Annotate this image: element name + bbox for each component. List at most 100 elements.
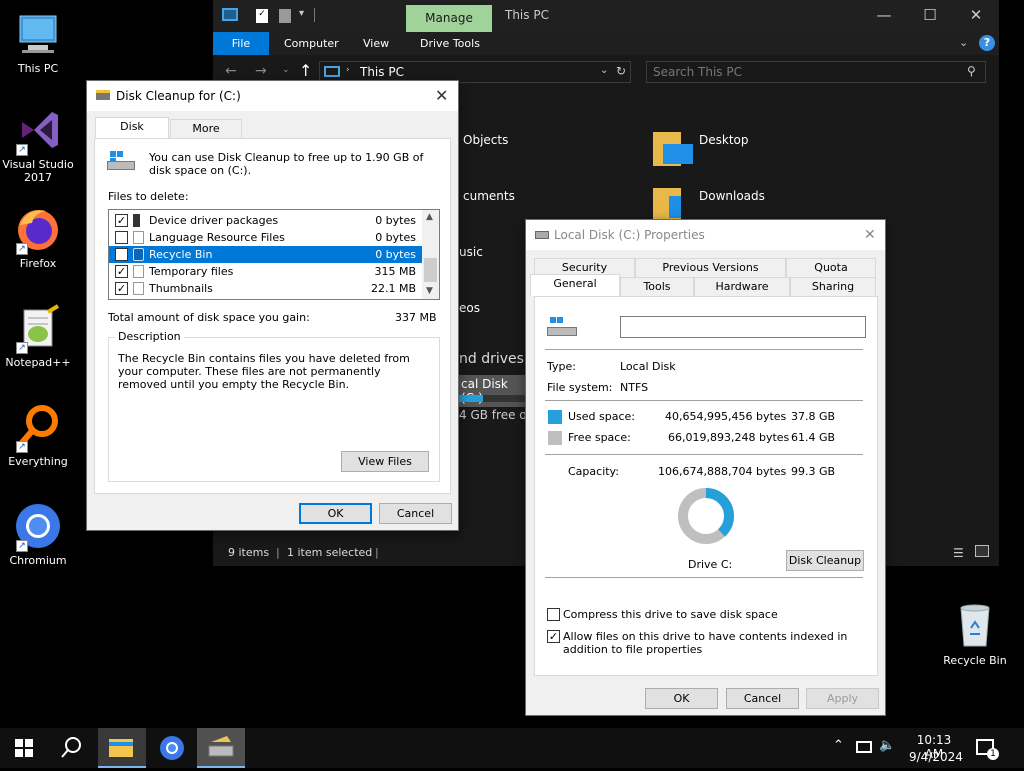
scrollbar-thumb[interactable] [424, 258, 437, 282]
list-item[interactable]: ✓ Device driver packages 0 bytes [109, 212, 422, 229]
checkbox-unchecked[interactable] [115, 231, 128, 244]
desktop-icon-notepadpp[interactable]: ↗ Notepad++ [0, 304, 76, 369]
folder-objects-label[interactable]: Objects [463, 133, 508, 147]
tab-previous-versions[interactable]: Previous Versions [635, 258, 786, 278]
list-item[interactable]: Language Resource Files 0 bytes [109, 229, 422, 246]
tab-hardware[interactable]: Hardware [694, 277, 790, 297]
scroll-up-icon[interactable]: ▲ [426, 212, 433, 222]
tab-more-options[interactable]: More Options [170, 119, 242, 153]
downloads-folder-icon[interactable] [653, 184, 693, 220]
drive-tile-selected[interactable]: cal Disk (C:) [457, 375, 525, 407]
compress-label[interactable]: Compress this drive to save disk space [563, 608, 778, 621]
drive-properties-dialog[interactable]: Local Disk (C:) Properties ✕ Security Pr… [525, 219, 886, 716]
forward-icon[interactable]: → [255, 63, 267, 79]
desktop-icon-visual-studio[interactable]: ↗ Visual Studio 2017 [0, 106, 76, 184]
network-icon[interactable] [856, 741, 872, 753]
ribbon-expand-icon[interactable]: ⌄ [959, 36, 968, 49]
desktop-icon-label: Recycle Bin [943, 654, 1007, 667]
close-icon[interactable]: ✕ [864, 220, 876, 250]
checkbox-checked[interactable]: ✓ [115, 282, 128, 295]
tab-file[interactable]: File [213, 32, 269, 55]
desktop-folder-icon[interactable] [653, 128, 693, 168]
list-item[interactable]: ✓ Temporary files 315 MB [109, 263, 422, 280]
ok-button[interactable]: OK [645, 688, 718, 709]
scrollbar[interactable]: ▲ ▼ [422, 210, 439, 299]
explorer-titlebar[interactable]: ✓ ▾ Manage This PC — ☐ ✕ [213, 0, 999, 32]
folder-videos-label[interactable]: eos [459, 301, 480, 315]
compress-checkbox[interactable] [547, 608, 560, 621]
drive-name-input[interactable] [620, 316, 866, 338]
close-icon[interactable]: ✕ [435, 81, 448, 111]
refresh-icon[interactable]: ↻ [616, 64, 626, 78]
scroll-down-icon[interactable]: ▼ [426, 286, 433, 296]
properties-icon[interactable]: ✓ [256, 9, 268, 23]
breadcrumb-chevron-icon[interactable]: › [346, 65, 350, 75]
show-hidden-icons-icon[interactable]: ⌃ [833, 738, 844, 753]
folder-desktop-label[interactable]: Desktop [699, 133, 749, 147]
tab-tools[interactable]: Tools [620, 277, 694, 297]
folder-downloads-label[interactable]: Downloads [699, 189, 765, 203]
disk-cleanup-dialog[interactable]: Disk Cleanup for (C:) ✕ Disk Cleanup Mor… [86, 80, 459, 531]
description-label: Description [115, 330, 184, 343]
manage-tab[interactable]: Manage [406, 5, 492, 32]
index-label[interactable]: Allow files on this drive to have conten… [563, 630, 863, 656]
start-button[interactable] [0, 728, 48, 768]
desktop-icon-recycle-bin[interactable]: Recycle Bin [937, 602, 1013, 667]
tab-computer[interactable]: Computer [274, 32, 349, 55]
taskbar-file-explorer[interactable] [98, 728, 146, 768]
apply-button[interactable]: Apply [806, 688, 879, 709]
desktop-icon-this-pc[interactable]: This PC [0, 10, 76, 75]
details-view-icon[interactable]: ☰ [953, 546, 964, 560]
search-input[interactable]: Search This PC [653, 65, 742, 79]
tab-sharing[interactable]: Sharing [790, 277, 876, 297]
taskbar-chromium[interactable] [148, 728, 196, 768]
help-icon[interactable]: ? [979, 35, 995, 51]
list-item-selected[interactable]: ✓ Recycle Bin 0 bytes [109, 246, 422, 263]
recent-dropdown-icon[interactable]: ⌄ [282, 65, 290, 75]
volume-muted-icon[interactable]: 🔈 [879, 738, 895, 753]
tiles-view-icon[interactable] [975, 545, 989, 557]
address-dropdown-icon[interactable]: ⌄ [600, 65, 608, 76]
minimize-icon[interactable]: — [861, 0, 907, 32]
dialog-titlebar[interactable]: Disk Cleanup for (C:) ✕ [87, 81, 458, 111]
desktop-icon-everything[interactable]: ↗ Everything [0, 403, 76, 468]
list-item[interactable]: ✓ Thumbnails 22.1 MB [109, 280, 422, 297]
close-icon[interactable]: ✕ [953, 0, 999, 32]
ok-button[interactable]: OK [299, 503, 372, 524]
back-icon[interactable]: ← [225, 63, 237, 79]
checkbox-checked[interactable]: ✓ [115, 265, 128, 278]
search-box[interactable]: Search This PC ⚲ [646, 61, 986, 83]
cancel-button[interactable]: Cancel [726, 688, 799, 709]
chromium-icon [160, 736, 184, 760]
dialog-titlebar[interactable]: Local Disk (C:) Properties ✕ [526, 220, 885, 250]
driver-package-icon [133, 214, 140, 227]
drive-free-text: 4 GB free of [459, 408, 531, 422]
notifications-icon[interactable]: 1 [976, 739, 999, 760]
tab-view[interactable]: View [353, 32, 399, 55]
desktop-icon-label: Firefox [19, 257, 57, 270]
checkbox-checked[interactable]: ✓ [115, 214, 128, 227]
search-button[interactable] [48, 728, 96, 768]
index-checkbox[interactable]: ✓ [547, 630, 560, 643]
folder-music-label[interactable]: usic [459, 245, 483, 259]
monitor-icon [324, 66, 340, 77]
up-icon[interactable]: ↑ [299, 61, 312, 80]
desktop-icon-chromium[interactable]: ↗ Chromium [0, 502, 76, 567]
clock-date[interactable]: 9/4/2024 [909, 750, 963, 764]
tab-disk-cleanup[interactable]: Disk Cleanup [95, 117, 169, 151]
tab-general[interactable]: General [530, 274, 620, 296]
disk-cleanup-button[interactable]: Disk Cleanup [786, 550, 864, 571]
folder-documents-label[interactable]: cuments [463, 189, 515, 203]
search-icon[interactable]: ⚲ [967, 64, 976, 78]
cancel-button[interactable]: Cancel [379, 503, 452, 524]
desktop-icon-firefox[interactable]: ↗ Firefox [0, 205, 76, 270]
tab-drive-tools[interactable]: Drive Tools [410, 32, 490, 55]
taskbar-disk-cleanup[interactable] [197, 728, 245, 768]
files-list[interactable]: ✓ Device driver packages 0 bytes Languag… [108, 209, 440, 300]
view-files-button[interactable]: View Files [341, 451, 429, 472]
quick-access-dropdown-icon[interactable]: ▾ [299, 8, 304, 19]
checkbox-checked[interactable]: ✓ [115, 248, 128, 261]
tab-quota[interactable]: Quota [786, 258, 876, 278]
maximize-icon[interactable]: ☐ [907, 0, 953, 32]
new-folder-icon[interactable] [279, 9, 291, 23]
